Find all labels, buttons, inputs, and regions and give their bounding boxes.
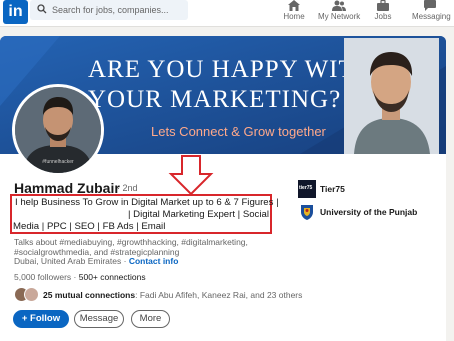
network-icon	[332, 0, 346, 11]
red-arrow-annotation	[168, 155, 214, 196]
message-button[interactable]: Message	[74, 310, 124, 328]
tier75-logo-icon: tier75	[298, 180, 316, 198]
nav-messaging[interactable]: Messaging	[412, 0, 451, 27]
tier75-logo-text: tier75	[299, 185, 313, 191]
nav-messaging-label: Messaging	[412, 12, 451, 21]
connection-degree: · 2nd	[117, 183, 138, 193]
nav-home[interactable]: Home	[283, 0, 305, 27]
banner-headline-line-2: YOUR MARKETING?	[88, 86, 342, 113]
contact-info-link[interactable]: Contact info	[129, 256, 179, 266]
talks-about-line-1: Talks about #mediabuying, #growthhacking…	[14, 237, 248, 247]
nav-jobs[interactable]: Jobs	[373, 0, 393, 27]
follow-button[interactable]: + Follow	[13, 310, 69, 328]
mutual-names: : Fadi Abu Afifeh, Kaneez Rai, and 23 ot…	[135, 290, 303, 300]
location-row: Dubai, United Arab Emirates · Contact in…	[14, 256, 178, 266]
banner-person-photo	[344, 38, 439, 154]
nav-home-label: Home	[283, 12, 305, 21]
svg-text:#funnelhacker: #funnelhacker	[42, 159, 74, 165]
nav-jobs-label: Jobs	[374, 12, 392, 21]
linkedin-logo-icon[interactable]: in	[3, 0, 28, 24]
mutual-count: 25 mutual connections	[43, 290, 136, 300]
location-separator: ·	[121, 256, 129, 266]
nav-my-network-label: My Network	[318, 12, 361, 21]
more-button[interactable]: More	[131, 310, 170, 328]
school-name: University of the Punjab	[320, 207, 418, 217]
nav-my-network[interactable]: My Network	[318, 0, 360, 27]
top-navigation-bar: in Home My Network Jobs Messaging	[0, 0, 454, 27]
location-text: Dubai, United Arab Emirates	[14, 256, 122, 266]
messaging-icon	[424, 0, 436, 11]
home-icon	[288, 0, 300, 11]
banner-subtitle: Lets Connect & Grow together	[151, 124, 326, 139]
connections-count[interactable]: 500+ connections	[79, 272, 146, 282]
banner-headline-line-1: ARE YOU HAPPY WITH	[88, 56, 374, 83]
search-icon	[37, 4, 47, 14]
headline-line-1: I help Business To Grow in Digital Marke…	[15, 197, 279, 208]
mutual-connections-text[interactable]: 25 mutual connections: Fadi Abu Afifeh, …	[43, 290, 302, 300]
follower-stats: 5,000 followers · 500+ connections	[14, 272, 146, 282]
headline-line-2: | Digital Marketing Expert | Social	[128, 209, 269, 220]
mutual-connection-avatars[interactable]	[14, 287, 40, 303]
profile-avatar[interactable]: #funnelhacker	[12, 84, 104, 176]
company-name: Tier75	[320, 184, 345, 194]
mutual-avatar	[24, 287, 39, 302]
followers-count[interactable]: 5,000 followers	[14, 272, 71, 282]
stats-separator: ·	[71, 272, 79, 282]
search-input[interactable]	[52, 2, 184, 18]
briefcase-icon	[377, 0, 389, 11]
search-bar[interactable]	[30, 0, 188, 20]
headline-line-3: Media | PPC | SEO | FB Ads | Email	[13, 221, 166, 232]
profile-avatar-photo: #funnelhacker	[15, 87, 101, 173]
university-crest-icon	[301, 205, 313, 220]
